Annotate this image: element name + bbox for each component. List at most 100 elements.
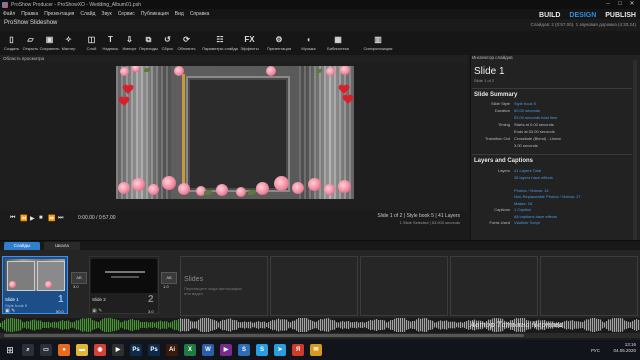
save-button[interactable]: ▣ Сохранить	[40, 31, 60, 55]
telegram-icon[interactable]: ➤	[274, 344, 286, 356]
transitions-button[interactable]: ⧉ Переходы	[139, 31, 158, 55]
toolbar-label: Музыка	[301, 46, 316, 51]
menu-view[interactable]: Вид	[172, 11, 187, 17]
inspector-scrollbar[interactable]	[633, 60, 637, 240]
windows-start-icon[interactable]: ⊞	[4, 344, 16, 356]
proshow-icon[interactable]: S	[238, 344, 250, 356]
mode-tabs: BUILD DESIGN PUBLISH	[539, 9, 636, 21]
empty-slide-slot[interactable]	[450, 256, 538, 316]
menu-publish[interactable]: Публикация	[138, 11, 172, 17]
transport-bar: ⏮ ⏪ ▶ ■ ⏩ ⏭ 0:00.00 / 0:57.00 Slide 1 of…	[0, 210, 468, 225]
new-button[interactable]: ▯ Создать	[2, 31, 21, 55]
excel-icon[interactable]: X	[184, 344, 196, 356]
inspector-row-value[interactable]: Vladimir Script	[514, 220, 540, 225]
layer-button[interactable]: ◫ Слой	[82, 31, 101, 55]
menu-file[interactable]: Файл	[0, 11, 18, 17]
toolbar-label: Открыть	[22, 46, 39, 51]
inspector-row-value[interactable]: 53.00 seconds total time	[514, 115, 557, 120]
wizard-button[interactable]: ✧ Мастер	[59, 31, 78, 55]
transition-2-icon[interactable]: AB	[161, 272, 177, 284]
open-button[interactable]: ▱ Открыть	[21, 31, 40, 55]
sync-button[interactable]: ▥ Синхронизация	[358, 31, 398, 55]
slide-1-thumbnail[interactable]	[5, 259, 65, 291]
yandex-icon[interactable]: Я	[292, 344, 304, 356]
tab-timeline[interactable]: Шкала	[44, 242, 80, 250]
inspector-row-value[interactable]: 41 Layers Total	[514, 168, 541, 173]
inspector-row: Fonts Used Vladimir Script	[474, 220, 624, 225]
inspector-row-value[interactable]: Masks: 18	[514, 201, 532, 206]
inspector-row-value[interactable]: 50.00 seconds	[514, 108, 540, 113]
mode-build-tab[interactable]: BUILD	[539, 12, 560, 19]
task-view-icon[interactable]: ▭	[40, 344, 52, 356]
inspector-row: Captions 1 Caption	[474, 207, 624, 212]
search-icon[interactable]: ⌕	[22, 344, 34, 356]
summary-heading: Slide Summary	[474, 92, 518, 98]
media-icon[interactable]: ▶	[112, 344, 124, 356]
rewind-icon[interactable]: ⏪	[20, 215, 27, 222]
inspector-row-value[interactable]: 1 Caption	[514, 207, 531, 212]
inspector-row-value[interactable]: 38 layers have effects	[514, 175, 553, 180]
empty-hint-text: Перетащите сюда фотографии или видео	[184, 286, 242, 296]
menu-help[interactable]: Справка	[187, 11, 213, 17]
import-button[interactable]: ⇩ Импорт	[120, 31, 139, 55]
inspector-row-value[interactable]: Photos / Videos: 14	[514, 188, 549, 193]
inspector-row-value[interactable]: All captions have effects	[514, 214, 557, 219]
photoshop-icon[interactable]: Ps	[130, 344, 142, 356]
caption-button[interactable]: T Надпись	[101, 31, 120, 55]
close-icon[interactable]: ✕	[626, 0, 638, 9]
mode-design-tab[interactable]: DESIGN	[569, 12, 596, 19]
transitions-icon: ⧉	[145, 34, 152, 44]
fast-forward-icon[interactable]: ⏩	[48, 215, 55, 222]
slide-preview-image[interactable]	[116, 66, 354, 199]
maximize-icon[interactable]: □	[614, 0, 626, 9]
stop-icon[interactable]: ■	[39, 215, 43, 221]
skip-back-icon[interactable]: ⏮	[10, 215, 15, 222]
author-watermark: Автор Татьяна Чернова	[470, 321, 563, 329]
show-options-icon: ⚙	[275, 35, 283, 44]
inspector-row-value[interactable]: Non-Replaceable Photos / Videos: 27	[514, 194, 581, 199]
show-options-button[interactable]: ⚙ Презентация	[259, 31, 299, 55]
photoshop2-icon[interactable]: Ps	[148, 344, 160, 356]
player-icon[interactable]: ▶	[220, 344, 232, 356]
music-button[interactable]: ◖ Музыка	[299, 31, 318, 55]
word-icon[interactable]: W	[202, 344, 214, 356]
menu-audio[interactable]: Звук	[98, 11, 114, 17]
skip-forward-icon[interactable]: ⏭	[58, 215, 63, 222]
menu-edit[interactable]: Правка	[18, 11, 41, 17]
menu-tools[interactable]: Сервис	[115, 11, 138, 17]
chrome-icon[interactable]: ◉	[94, 344, 106, 356]
empty-slide-slot[interactable]	[360, 256, 448, 316]
illustrator-icon[interactable]: Ai	[166, 344, 178, 356]
slide-options-button[interactable]: ☷ Параметры слайда	[200, 31, 240, 55]
slide-2-thumbnail[interactable]	[91, 259, 157, 293]
scrollbar-thumb[interactable]	[4, 334, 524, 337]
proshow-logo-icon	[2, 1, 8, 8]
empty-slide-slot[interactable]	[270, 256, 358, 316]
mode-publish-tab[interactable]: PUBLISH	[605, 12, 636, 19]
effects-button[interactable]: FX Эффекты	[240, 31, 259, 55]
refresh-button[interactable]: ⟳ Обновить	[177, 31, 196, 55]
library-button[interactable]: ▦ Библиотека	[318, 31, 358, 55]
skype-icon[interactable]: S	[256, 344, 268, 356]
tab-slides[interactable]: Слайды	[4, 242, 40, 250]
play-icon[interactable]: ▶	[30, 215, 35, 222]
library-icon: ▦	[334, 35, 342, 44]
inspector-row-key: Captions	[494, 207, 510, 212]
toolbar: ▯ Создать ▱ Открыть ▣ Сохранить ✧ Мастер ◫ Сл…	[0, 31, 640, 55]
mail-icon[interactable]: ✉	[310, 344, 322, 356]
slide-1-options-icon[interactable]: ▣ ✎	[5, 308, 15, 314]
toolbar-label: Сброс	[161, 46, 174, 51]
menu-show[interactable]: Презентация	[41, 11, 77, 17]
system-clock[interactable]: 13:16 04.05.2020	[613, 342, 636, 354]
transition-1-icon[interactable]: AB	[71, 272, 87, 284]
inspector-row-value[interactable]: Style book 5	[514, 101, 536, 106]
menu-slide[interactable]: Слайд	[77, 11, 98, 17]
reset-button[interactable]: ↺ Сброс	[158, 31, 177, 55]
keyboard-language[interactable]: РУС	[591, 348, 600, 353]
empty-slide-slot[interactable]	[540, 256, 638, 316]
explorer-icon[interactable]: ▬	[76, 344, 88, 356]
minimize-icon[interactable]: –	[602, 0, 614, 9]
firefox-icon[interactable]: ●	[58, 344, 70, 356]
slide-2-options-icon[interactable]: ▣ ✎	[92, 308, 102, 314]
taskbar-apps: ⌕ ▭ ● ▬ ◉ ▶ Ps Ps Ai X W ▶ S S ➤ Я ✉	[16, 344, 322, 356]
